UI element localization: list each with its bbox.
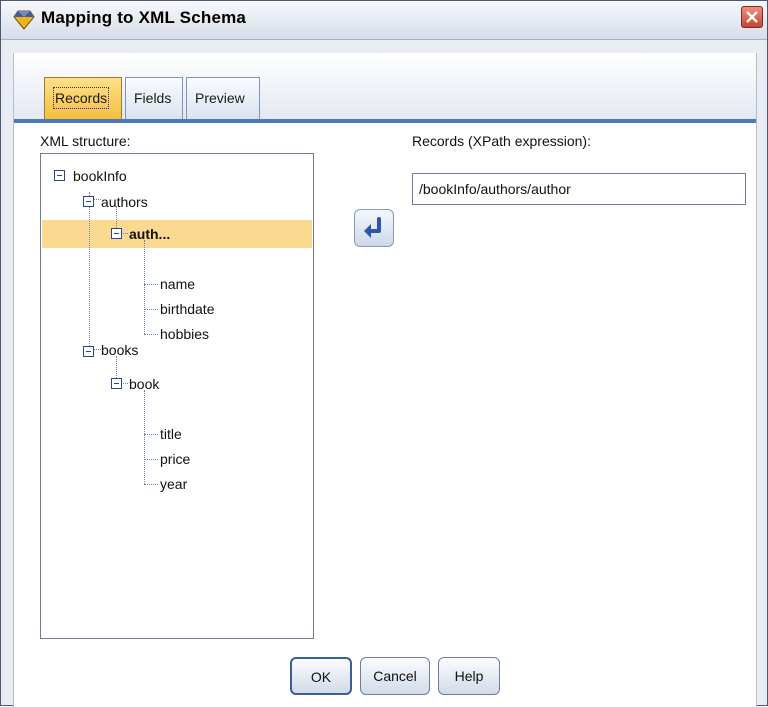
tree-node-name[interactable]: name xyxy=(160,274,195,294)
insert-xpath-button[interactable] xyxy=(354,209,394,247)
tree-connector xyxy=(144,484,158,485)
collapse-toggle-icon[interactable] xyxy=(54,170,65,181)
left-arrow-icon xyxy=(364,217,381,238)
collapse-toggle-icon[interactable] xyxy=(111,378,122,389)
tab-preview[interactable]: Preview xyxy=(186,77,260,119)
tree-node-book[interactable]: book xyxy=(129,374,159,394)
close-icon xyxy=(746,11,758,23)
collapse-toggle-icon[interactable] xyxy=(83,346,94,357)
collapse-toggle-icon[interactable] xyxy=(111,228,122,239)
tree-node-price[interactable]: price xyxy=(160,449,190,469)
tree-node-books[interactable]: books xyxy=(101,340,138,360)
tab-fields[interactable]: Fields xyxy=(125,77,183,119)
xml-structure-label: XML structure: xyxy=(40,133,131,149)
close-button[interactable] xyxy=(741,6,763,28)
tree-connector xyxy=(89,192,90,350)
collapse-toggle-icon[interactable] xyxy=(83,196,94,207)
tree-node-bookinfo[interactable]: bookInfo xyxy=(73,166,127,186)
tree-connector xyxy=(144,459,158,460)
tree-node-title[interactable]: title xyxy=(160,424,182,444)
tree-node-year[interactable]: year xyxy=(160,474,187,494)
tab-strip: Records Fields Preview xyxy=(14,53,756,123)
tab-records-label: Records xyxy=(53,87,110,109)
records-xpath-label: Records (XPath expression): xyxy=(412,133,591,149)
records-xpath-input[interactable] xyxy=(412,173,746,205)
title-bar[interactable]: Mapping to XML Schema xyxy=(1,1,767,40)
tree-node-hobbies[interactable]: hobbies xyxy=(160,324,209,344)
tree-connector xyxy=(144,334,158,335)
help-button[interactable]: Help xyxy=(438,657,500,695)
tree-node-birthdate[interactable]: birthdate xyxy=(160,299,214,319)
tree-node-author[interactable]: auth... xyxy=(129,224,170,244)
tree-connector xyxy=(144,390,145,484)
window-title: Mapping to XML Schema xyxy=(41,8,247,27)
dialog-content: Records Fields Preview XML structure: bo… xyxy=(13,53,757,707)
tree-connector xyxy=(144,434,158,435)
tab-fields-label: Fields xyxy=(134,90,172,106)
selected-row-highlight xyxy=(42,220,312,248)
tab-records[interactable]: Records xyxy=(44,77,122,119)
ok-button[interactable]: OK xyxy=(290,657,352,695)
tree-node-authors[interactable]: authors xyxy=(101,192,148,212)
tree-connector xyxy=(144,284,158,285)
mapping-dialog: Mapping to XML Schema Records Fields Pre… xyxy=(0,0,768,707)
xml-structure-tree[interactable]: bookInfo authors auth... name birthdate … xyxy=(40,153,314,639)
cancel-button[interactable]: Cancel xyxy=(360,657,430,695)
tab-preview-label: Preview xyxy=(195,90,245,106)
diamond-app-icon xyxy=(13,10,35,30)
tree-connector xyxy=(144,240,145,334)
tree-connector xyxy=(144,309,158,310)
